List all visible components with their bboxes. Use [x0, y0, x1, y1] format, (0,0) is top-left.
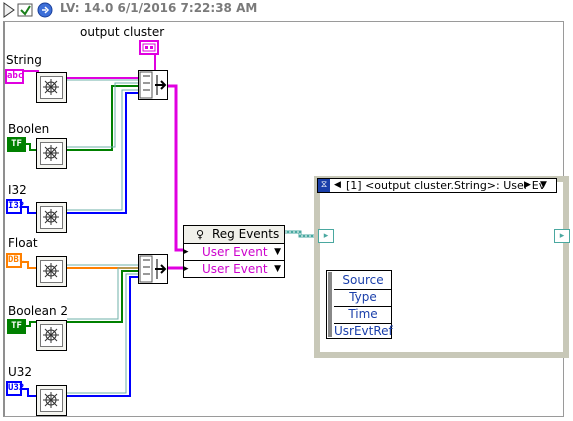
bundle-by-name-1[interactable] [138, 70, 168, 100]
bundle-icon [139, 71, 167, 99]
control-label: I32 [8, 183, 27, 197]
event-data-type[interactable]: Type [334, 289, 392, 307]
register-events-icon: ♀ [196, 228, 205, 241]
event-data-source[interactable]: Source [334, 272, 392, 290]
value-change-node[interactable] [36, 385, 67, 416]
event-source-icon [40, 76, 63, 99]
case-label: [1] <output cluster.String>: User Ev [346, 179, 546, 192]
output-cluster-terminal[interactable] [139, 40, 159, 55]
value-change-node[interactable] [36, 320, 67, 351]
u32-event-wire [67, 273, 138, 394]
value-change-node[interactable] [36, 256, 67, 287]
register-events-node[interactable]: ♀ Reg Events ▸ User Event ▼ ▸ User Event… [183, 225, 285, 278]
terminal-type: I32 [8, 201, 25, 211]
event-data-grip [328, 272, 332, 337]
case-next-arrow-icon[interactable]: ▶ [524, 179, 531, 192]
boolen-terminal[interactable]: TF [7, 137, 26, 152]
register-events-input-row[interactable]: ▸ User Event ▼ [184, 261, 284, 277]
float-terminal[interactable]: DBL [6, 253, 25, 268]
event-source-icon [40, 389, 63, 412]
bundle1-output-wire [168, 84, 183, 252]
input-arrow-icon: ▸ [184, 247, 189, 257]
event-data-time[interactable]: Time [334, 306, 392, 324]
dynamic-event-terminal-right[interactable]: ▸ [554, 229, 570, 243]
terminal-type: abc [7, 71, 24, 81]
register-events-label: Reg Events [212, 227, 280, 241]
cluster-icon [142, 43, 156, 52]
value-change-node[interactable] [36, 202, 67, 233]
dropdown-arrow-icon: ▼ [274, 247, 281, 257]
string-terminal[interactable]: abc [5, 69, 24, 84]
terminal-type: U32 [8, 383, 25, 393]
terminal-type: DBL [8, 255, 25, 265]
value-change-node[interactable] [36, 72, 67, 103]
case-prev-arrow-icon[interactable]: ◀ [334, 179, 341, 192]
bundle-by-name-2[interactable] [138, 254, 168, 284]
event-case-selector[interactable]: ⧖ ◀ [1] <output cluster.String>: User Ev… [317, 178, 557, 193]
terminal-type: TF [11, 139, 22, 149]
event-source-icon [40, 142, 63, 165]
event-source-label: User Event [202, 262, 268, 276]
control-label: Float [8, 236, 38, 250]
bundle-icon [139, 255, 167, 283]
terminal-type: TF [11, 321, 22, 331]
boolean-2-terminal[interactable]: TF [7, 319, 26, 334]
control-label: U32 [8, 365, 33, 379]
i32-terminal[interactable]: I32 [6, 199, 25, 214]
input-arrow-icon: ▸ [184, 264, 189, 274]
event-source-icon [40, 260, 63, 283]
event-source-icon [40, 206, 63, 229]
event-source-icon [40, 324, 63, 347]
register-events-title: ♀ Reg Events [184, 226, 284, 244]
event-source-label: User Event [202, 245, 268, 259]
dynamic-event-terminal-left[interactable]: ▸ [318, 229, 334, 243]
u32-terminal[interactable]: U32 [6, 381, 25, 396]
control-label: Boolen [8, 122, 50, 136]
case-dropdown-icon[interactable]: ▼ [540, 179, 547, 192]
hourglass-icon: ⧖ [318, 179, 330, 192]
control-label: String [6, 53, 42, 67]
value-change-node[interactable] [36, 138, 67, 169]
output-cluster-label: output cluster [80, 25, 165, 39]
event-data-node[interactable]: Source Type Time UsrEvtRef [326, 270, 393, 340]
event-data-usrevtref[interactable]: UsrEvtRef [334, 323, 393, 340]
dropdown-arrow-icon: ▼ [274, 264, 281, 274]
register-events-input-row[interactable]: ▸ User Event ▼ [184, 244, 284, 261]
boolean2-event-wire [67, 267, 138, 320]
block-diagram: LV: 14.0 6/1/2016 7:22:38 AM output clus… [0, 0, 573, 421]
control-label: Boolean 2 [8, 304, 69, 318]
